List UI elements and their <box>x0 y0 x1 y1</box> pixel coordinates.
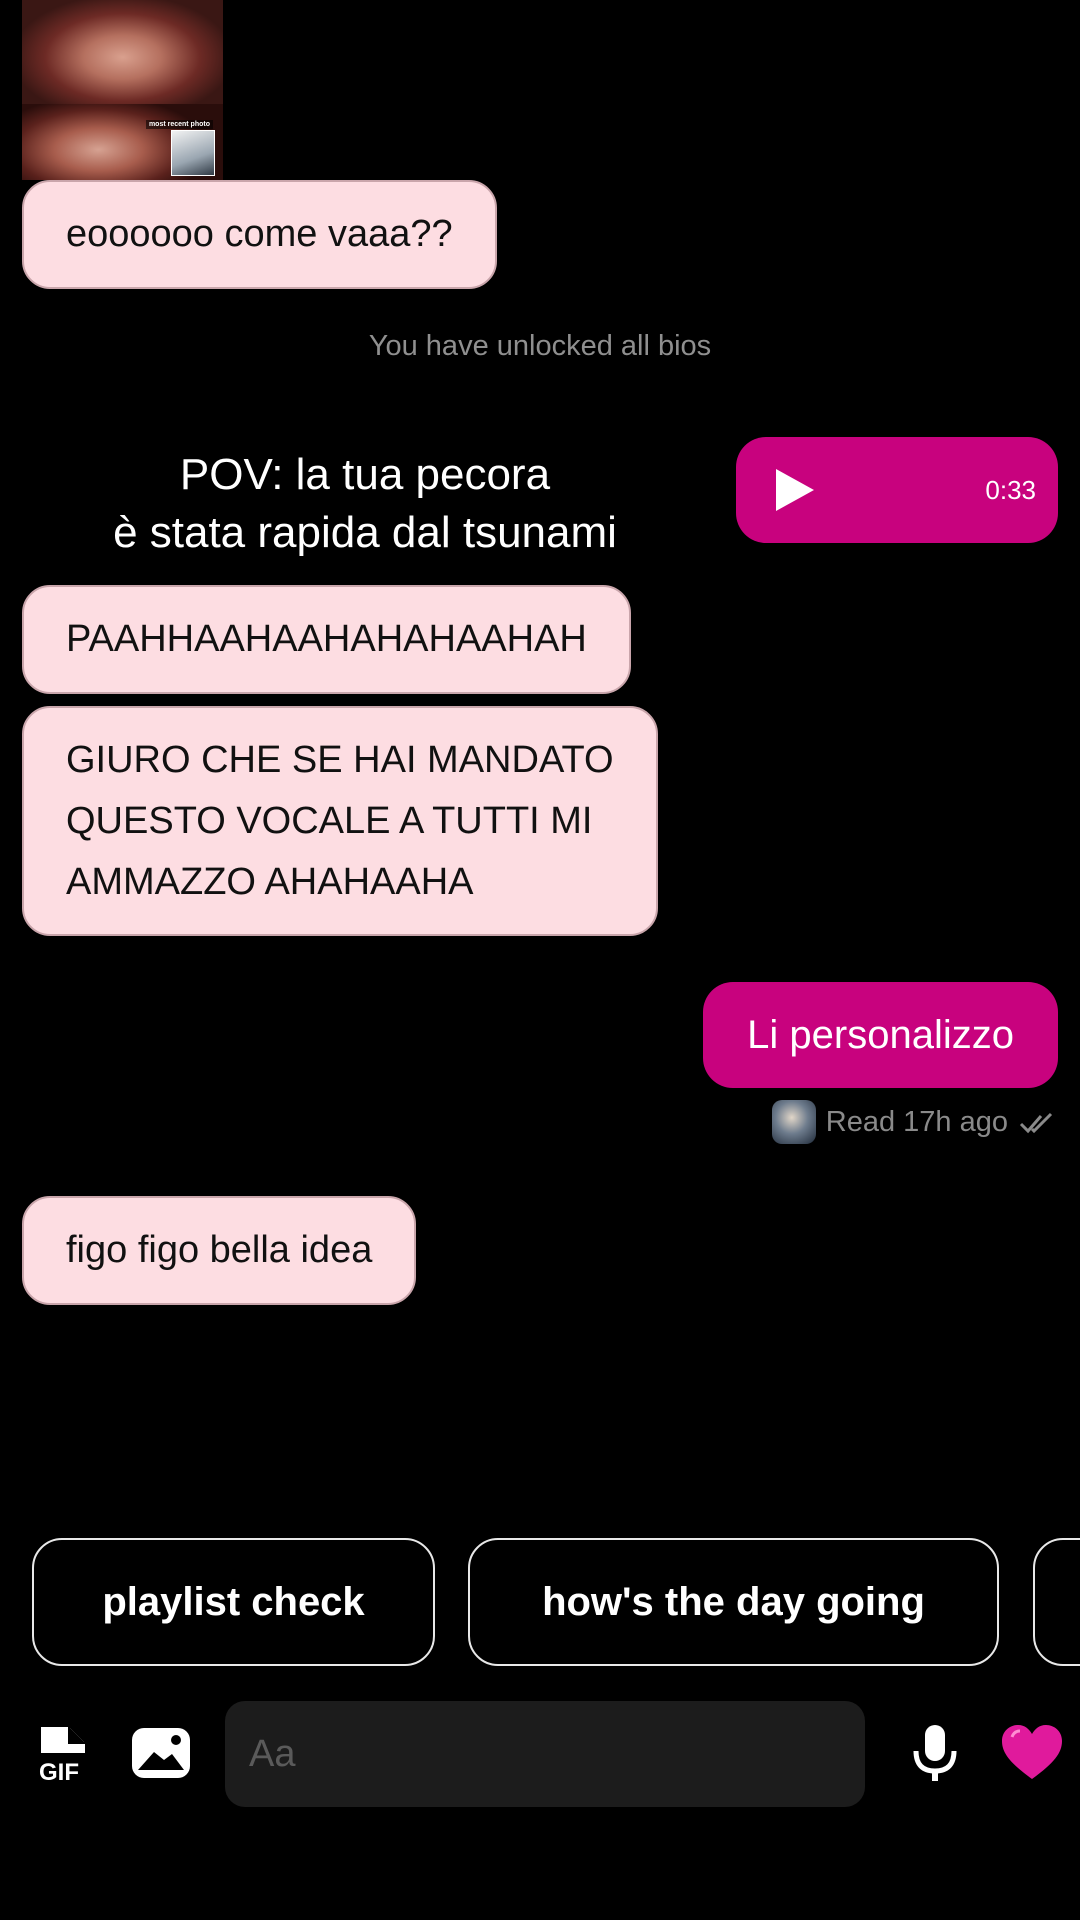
suggestion-chip[interactable]: how's the day going <box>468 1538 999 1666</box>
double-check-icon <box>1019 1112 1053 1134</box>
message-line: GIURO CHE SE HAI MANDATO <box>66 739 614 781</box>
read-receipt: Read 17h ago <box>771 1100 1058 1144</box>
message-line: AMMAZZO AHAHAAHA <box>66 860 474 903</box>
photo-caption: most recent photo <box>145 120 213 129</box>
image-icon[interactable] <box>128 1698 194 1808</box>
voice-message[interactable]: 0:33 <box>736 437 1058 543</box>
message-line: QUESTO VOCALE A TUTTI MI <box>66 799 593 842</box>
shared-photo[interactable] <box>22 0 223 104</box>
avatar <box>771 1100 816 1144</box>
heart-icon[interactable] <box>996 1698 1068 1808</box>
gif-label: GIF <box>39 1759 79 1783</box>
message-incoming[interactable]: eoooooo come vaaa?? <box>22 180 497 289</box>
pov-line: è stata rapida dal tsunami <box>113 508 617 557</box>
message-input[interactable] <box>225 1701 865 1807</box>
message-outgoing[interactable]: Li personalizzo <box>703 982 1058 1088</box>
pov-caption: POV: la tua pecora è stata rapida dal ts… <box>30 446 700 562</box>
message-composer: GIF <box>0 1698 1080 1808</box>
suggestion-bar: playlist check how's the day going <box>0 1538 1080 1666</box>
shared-photo-stack[interactable]: most recent photo <box>22 0 223 180</box>
gif-icon[interactable]: GIF <box>32 1698 94 1808</box>
microphone-icon[interactable] <box>905 1698 965 1808</box>
pov-line: POV: la tua pecora <box>179 450 551 499</box>
suggestion-chip[interactable] <box>1033 1538 1080 1666</box>
photo-thumbnail <box>171 130 215 176</box>
play-icon[interactable] <box>776 469 814 511</box>
system-note: You have unlocked all bios <box>368 330 712 362</box>
message-incoming[interactable]: GIURO CHE SE HAI MANDATO QUESTO VOCALE A… <box>22 706 658 937</box>
voice-duration: 0:33 <box>985 475 1036 505</box>
message-incoming[interactable]: figo figo bella idea <box>22 1196 417 1305</box>
message-incoming[interactable]: PAAHHAAHAAHAHAHAAHAH <box>22 585 631 694</box>
suggestion-chip[interactable]: playlist check <box>32 1538 435 1666</box>
read-receipt-text: Read 17h ago <box>825 1105 1008 1138</box>
